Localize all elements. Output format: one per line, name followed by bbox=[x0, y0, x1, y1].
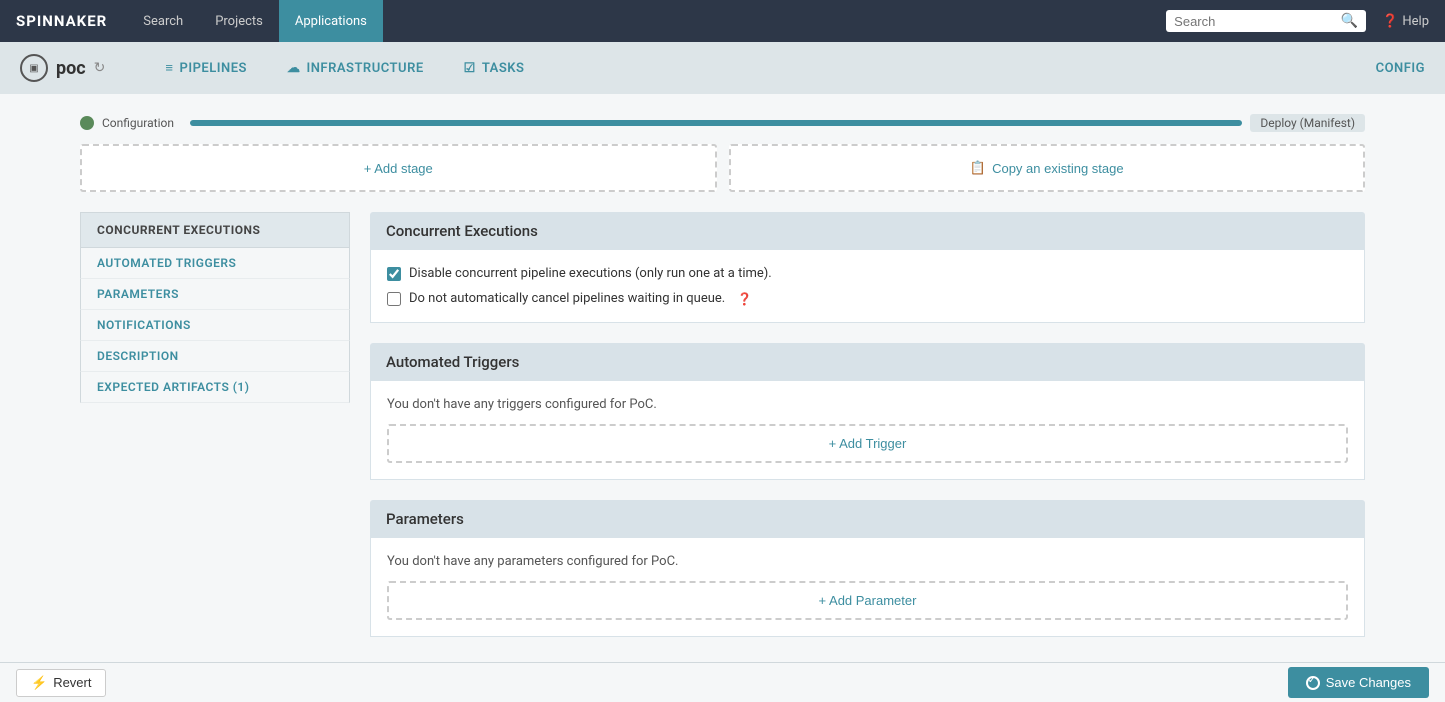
concurrent-executions-header: Concurrent Executions bbox=[370, 212, 1365, 250]
infrastructure-icon: ☁ bbox=[287, 61, 301, 76]
parameters-header: Parameters bbox=[370, 500, 1365, 538]
sidebar-item-automated-triggers[interactable]: AUTOMATED TRIGGERS bbox=[80, 248, 350, 279]
cancel-waiting-label: Do not automatically cancel pipelines wa… bbox=[409, 291, 725, 306]
stage-label: Deploy (Manifest) bbox=[1250, 114, 1365, 132]
lightning-icon: ⚡ bbox=[31, 675, 47, 691]
refresh-icon[interactable]: ↻ bbox=[94, 60, 106, 76]
disable-concurrent-label: Disable concurrent pipeline executions (… bbox=[409, 266, 772, 281]
app-name: poc bbox=[56, 58, 86, 79]
parameters-empty-text: You don't have any parameters configured… bbox=[387, 554, 1348, 569]
add-stage-button[interactable]: + Add stage bbox=[80, 144, 717, 192]
bottom-bar: ⚡ Revert Save Changes bbox=[0, 662, 1445, 702]
save-changes-button[interactable]: Save Changes bbox=[1288, 667, 1429, 698]
nav-tasks[interactable]: ☑ TASKS bbox=[444, 42, 545, 94]
add-trigger-button[interactable]: + Add Trigger bbox=[387, 424, 1348, 463]
copy-icon: 📋 bbox=[970, 160, 986, 176]
pipelines-icon: ≡ bbox=[165, 60, 173, 76]
sidebar-item-parameters[interactable]: PARAMETERS bbox=[80, 279, 350, 310]
help-tooltip-icon[interactable]: ❓ bbox=[737, 292, 752, 306]
help-button[interactable]: ❓ Help bbox=[1382, 14, 1429, 29]
concurrent-executions-body: Disable concurrent pipeline executions (… bbox=[370, 250, 1365, 323]
parameters-body: You don't have any parameters configured… bbox=[370, 538, 1365, 637]
nav-search[interactable]: Search bbox=[127, 0, 199, 42]
nav-pipelines[interactable]: ≡ PIPELINES bbox=[145, 42, 267, 94]
automated-triggers-section: Automated Triggers You don't have any tr… bbox=[370, 343, 1365, 480]
app-title: ▣ poc ↻ bbox=[20, 54, 105, 82]
help-icon: ❓ bbox=[1382, 14, 1398, 29]
parameters-section: Parameters You don't have any parameters… bbox=[370, 500, 1365, 637]
content-layout: CONCURRENT EXECUTIONS AUTOMATED TRIGGERS… bbox=[80, 212, 1365, 657]
nav-applications[interactable]: Applications bbox=[279, 0, 383, 42]
brand-logo: SPINNAKER bbox=[16, 12, 107, 30]
main-panel: Concurrent Executions Disable concurrent… bbox=[370, 212, 1365, 657]
search-icon: 🔍 bbox=[1341, 13, 1358, 29]
concurrent-executions-section: Concurrent Executions Disable concurrent… bbox=[370, 212, 1365, 323]
nav-projects[interactable]: Projects bbox=[199, 0, 279, 42]
pipeline-bar: Configuration Deploy (Manifest) bbox=[80, 114, 1365, 132]
main-content: Configuration Deploy (Manifest) + Add st… bbox=[0, 94, 1445, 677]
config-link[interactable]: CONFIG bbox=[1376, 61, 1425, 76]
top-nav: SPINNAKER Search Projects Applications 🔍… bbox=[0, 0, 1445, 42]
pipeline-line bbox=[190, 120, 1242, 126]
tasks-icon: ☑ bbox=[464, 61, 476, 76]
automated-triggers-body: You don't have any triggers configured f… bbox=[370, 381, 1365, 480]
sidebar: CONCURRENT EXECUTIONS AUTOMATED TRIGGERS… bbox=[80, 212, 350, 657]
app-nav-links: ≡ PIPELINES ☁ INFRASTRUCTURE ☑ TASKS bbox=[145, 42, 1375, 94]
config-dot bbox=[80, 116, 94, 130]
automated-triggers-header: Automated Triggers bbox=[370, 343, 1365, 381]
check-icon bbox=[1306, 676, 1320, 690]
sidebar-item-notifications[interactable]: NOTIFICATIONS bbox=[80, 310, 350, 341]
app-icon: ▣ bbox=[20, 54, 48, 82]
config-label: Configuration bbox=[102, 116, 174, 130]
sidebar-item-description[interactable]: DESCRIPTION bbox=[80, 341, 350, 372]
global-search-box[interactable]: 🔍 bbox=[1166, 10, 1366, 32]
sidebar-item-expected-artifacts[interactable]: EXPECTED ARTIFACTS (1) bbox=[80, 372, 350, 403]
triggers-empty-text: You don't have any triggers configured f… bbox=[387, 397, 1348, 412]
checkbox-row-cancel: Do not automatically cancel pipelines wa… bbox=[387, 291, 1348, 306]
revert-button[interactable]: ⚡ Revert bbox=[16, 669, 106, 697]
global-search-input[interactable] bbox=[1174, 14, 1335, 29]
checkbox-row-disable: Disable concurrent pipeline executions (… bbox=[387, 266, 1348, 281]
app-nav: ▣ poc ↻ ≡ PIPELINES ☁ INFRASTRUCTURE ☑ T… bbox=[0, 42, 1445, 94]
disable-concurrent-checkbox[interactable] bbox=[387, 267, 401, 281]
sidebar-header: CONCURRENT EXECUTIONS bbox=[80, 212, 350, 248]
stage-buttons: + Add stage 📋 Copy an existing stage bbox=[80, 144, 1365, 192]
cancel-waiting-checkbox[interactable] bbox=[387, 292, 401, 306]
nav-infrastructure[interactable]: ☁ INFRASTRUCTURE bbox=[267, 42, 444, 94]
copy-stage-button[interactable]: 📋 Copy an existing stage bbox=[729, 144, 1366, 192]
add-parameter-button[interactable]: + Add Parameter bbox=[387, 581, 1348, 620]
